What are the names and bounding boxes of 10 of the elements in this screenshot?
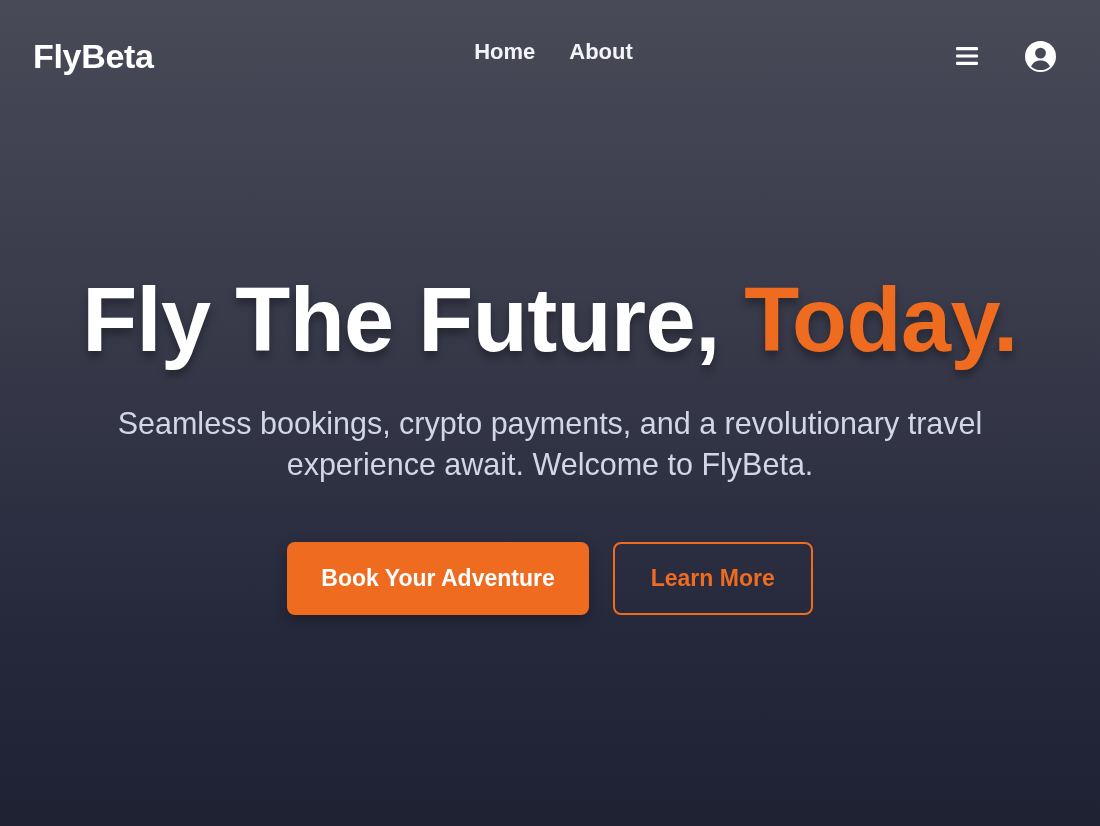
account-button[interactable] <box>1025 40 1056 72</box>
hero-headline: Fly The Future, Today. <box>82 271 1018 370</box>
user-icon <box>1025 40 1056 72</box>
nav-link[interactable]: Home <box>474 39 536 65</box>
hero-subtitle: Seamless bookings, crypto payments, and a revolutionary travel experience await. Welcome to FlyBeta. <box>116 405 984 484</box>
menu-icon <box>956 47 978 65</box>
menu-button[interactable] <box>956 47 978 65</box>
nav-link[interactable]: About <box>569 39 633 65</box>
learn-more-button[interactable]: Learn More <box>612 542 813 615</box>
logo-link[interactable]: FlyBeta <box>33 36 154 76</box>
